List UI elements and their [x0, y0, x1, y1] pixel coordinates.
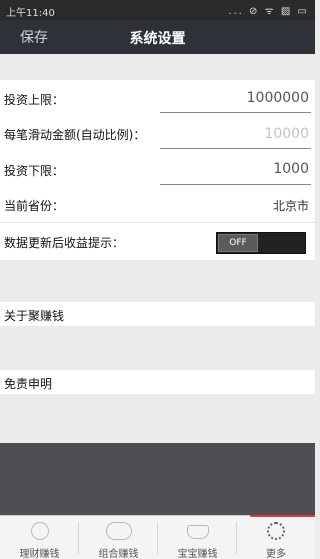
coin-icon: [30, 522, 49, 540]
invest-max-input[interactable]: 1000000: [247, 90, 309, 106]
gear-icon: [267, 522, 285, 540]
update-notify-label: 数据更新后收益提示：: [4, 236, 125, 250]
tab-more[interactable]: 更多: [237, 516, 315, 559]
bottom-tab-bar: 理财赚钱 组合赚钱 宝宝赚钱 更多: [0, 515, 315, 559]
dark-panel: [0, 443, 315, 515]
invest-max-label: 投资上限：: [4, 93, 65, 107]
tab-more-label: 更多: [266, 549, 286, 559]
toggle-knob: OFF: [218, 234, 258, 252]
status-bar: 上午11:40 ... ⊘ ᯤ ▨ ▭: [0, 0, 315, 20]
per-slide-row: 每笔滑动金额(自动比例)： 10000: [0, 116, 315, 152]
invest-max-row: 投资上限： 1000000: [0, 80, 315, 116]
tab-licai-label: 理财赚钱: [19, 549, 60, 559]
disclaimer-link[interactable]: 免责申明: [0, 370, 315, 394]
province-row[interactable]: 当前省份： 北京市: [0, 188, 315, 222]
status-icons: ... ⊘ ᯤ ▨ ▭: [228, 6, 309, 17]
about-label: 关于聚赚钱: [4, 309, 65, 323]
tab-zuhe[interactable]: 组合赚钱: [79, 516, 158, 559]
status-time: 上午11:40: [6, 8, 55, 19]
invest-min-label: 投资下限：: [4, 164, 65, 178]
province-label: 当前省份：: [4, 199, 65, 213]
title-bar: 保存 系统设置: [0, 20, 315, 54]
page-title: 系统设置: [129, 31, 186, 47]
tab-baobao[interactable]: 宝宝赚钱: [158, 516, 237, 559]
invest-max-underline: [160, 112, 311, 113]
invest-min-underline: [160, 184, 311, 185]
disclaimer-label: 免责申明: [4, 377, 53, 391]
active-tab-indicator: [250, 515, 315, 517]
invest-min-row: 投资下限： 1000: [0, 152, 315, 188]
about-link[interactable]: 关于聚赚钱: [0, 302, 315, 326]
province-value[interactable]: 北京市: [273, 197, 309, 214]
update-notify-toggle[interactable]: OFF: [216, 232, 306, 254]
tab-licai[interactable]: 理财赚钱: [0, 516, 79, 559]
double-coin-icon: [105, 522, 132, 540]
per-slide-input[interactable]: 10000: [264, 126, 309, 142]
ingot-icon: [186, 525, 209, 539]
invest-min-input[interactable]: 1000: [273, 161, 309, 177]
per-slide-underline: [160, 148, 311, 149]
per-slide-label: 每笔滑动金额(自动比例)：: [4, 128, 146, 142]
tab-baobao-label: 宝宝赚钱: [177, 549, 218, 559]
tab-zuhe-label: 组合赚钱: [98, 549, 139, 559]
